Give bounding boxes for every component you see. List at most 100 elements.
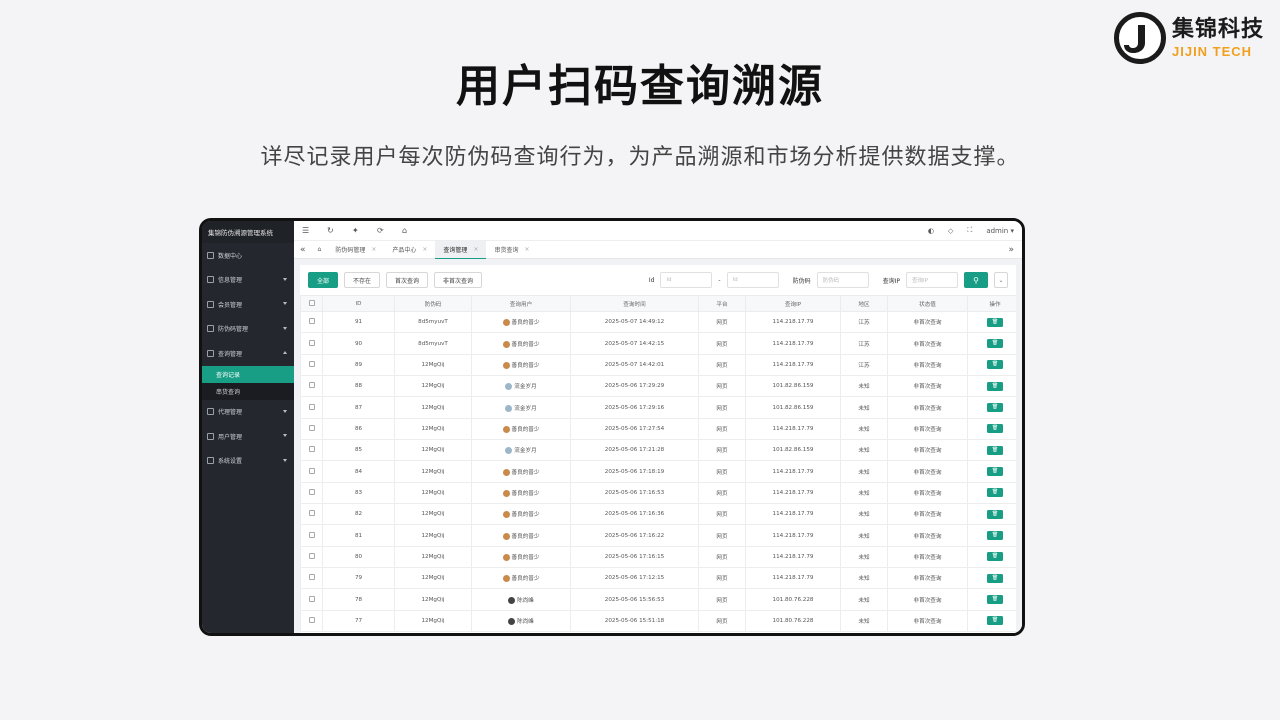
table-row[interactable]: 91 8d5myuvT 善良的普少 2025-05-07 14:49:12 网页 114.… bbox=[300, 310, 1016, 334]
checkbox[interactable] bbox=[308, 616, 315, 623]
checkbox[interactable] bbox=[308, 552, 315, 559]
delete-button[interactable]: 🗑 bbox=[987, 488, 1003, 498]
table-row[interactable]: 85 12MgQij 流金岁月 2025-05-06 17:21:28 网页 101.82… bbox=[300, 439, 1016, 462]
row-select[interactable] bbox=[300, 353, 323, 377]
table-row[interactable]: 89 12MgQij 善良的普少 2025-05-07 14:42:01 网页 114.2… bbox=[300, 353, 1016, 377]
checkbox[interactable] bbox=[308, 339, 315, 346]
table-row[interactable]: 84 12MgQij 善良的普少 2025-05-06 17:18:19 网页 114.2… bbox=[300, 460, 1016, 483]
sidebar-subitem-cross-query[interactable]: 串货查询 bbox=[202, 383, 294, 400]
sidebar-item-user[interactable]: 用户管理 bbox=[202, 424, 294, 449]
id-from-input[interactable]: Id bbox=[660, 272, 713, 288]
delete-button[interactable]: 🗑 bbox=[987, 616, 1003, 626]
delete-button[interactable]: 🗑 bbox=[987, 595, 1003, 605]
table-row[interactable]: 80 12MgQij 善良的普少 2025-05-06 17:16:15 网页 114.2… bbox=[300, 545, 1016, 569]
row-select[interactable] bbox=[300, 567, 323, 590]
column-header[interactable]: 查询用户 bbox=[471, 295, 571, 312]
menu-icon[interactable]: ☰ bbox=[302, 226, 327, 235]
checkbox[interactable] bbox=[308, 510, 315, 517]
sidebar-subitem-query-records[interactable]: 查询记录 bbox=[202, 365, 294, 383]
table-row[interactable]: 82 12MgQij 善良的普少 2025-05-06 17:16:36 网页 114.2… bbox=[300, 503, 1016, 526]
table-row[interactable]: 90 8d5myuvT 善良的普少 2025-05-07 14:42:15 网页 114.… bbox=[300, 332, 1016, 355]
filter-first-button[interactable]: 首次查询 bbox=[386, 272, 429, 288]
checkbox[interactable] bbox=[308, 424, 315, 431]
tab-product[interactable]: 产品中心 × bbox=[384, 241, 435, 259]
row-select[interactable] bbox=[300, 545, 323, 569]
delete-button[interactable]: 🗑 bbox=[987, 445, 1003, 455]
checkbox[interactable] bbox=[308, 467, 315, 474]
select-all-header[interactable] bbox=[300, 295, 323, 312]
row-select[interactable] bbox=[300, 609, 323, 633]
filter-notexist-button[interactable]: 不存在 bbox=[344, 272, 381, 288]
table-row[interactable]: 79 12MgQij 善良的普少 2025-05-06 17:12:15 网页 114.2… bbox=[300, 567, 1016, 590]
tab-cross[interactable]: 串货查询 × bbox=[486, 241, 537, 259]
row-select[interactable] bbox=[300, 439, 323, 462]
row-select[interactable] bbox=[300, 481, 323, 505]
refresh-icon[interactable]: ↻ bbox=[327, 226, 352, 235]
search-button[interactable]: ⚲ bbox=[964, 272, 988, 288]
id-to-input[interactable]: Id bbox=[726, 272, 779, 288]
delete-button[interactable]: 🗑 bbox=[987, 360, 1003, 370]
table-row[interactable]: 78 12MgQij 陈尚峰 2025-05-06 15:56:53 网页 101.80.… bbox=[300, 588, 1016, 611]
table-row[interactable]: 83 12MgQij 善良的普少 2025-05-06 17:16:53 网页 114.2… bbox=[300, 481, 1016, 505]
home-tab-icon[interactable]: ⌂ bbox=[312, 246, 328, 253]
delete-button[interactable]: 🗑 bbox=[987, 403, 1003, 413]
row-select[interactable] bbox=[300, 396, 323, 419]
code-input[interactable]: 防伪码 bbox=[816, 272, 869, 288]
checkbox[interactable] bbox=[308, 595, 315, 602]
sidebar-item-query[interactable]: 查询管理 bbox=[202, 341, 294, 366]
delete-button[interactable]: 🗑 bbox=[987, 467, 1003, 477]
tabs-prev-icon[interactable]: « bbox=[300, 245, 312, 255]
sidebar-item-settings[interactable]: 系统设置 bbox=[202, 449, 294, 474]
sidebar-item-agent[interactable]: 代理管理 bbox=[202, 400, 294, 425]
checkbox[interactable] bbox=[308, 403, 315, 410]
ip-input[interactable]: 查询IP bbox=[906, 272, 958, 288]
checkbox[interactable] bbox=[308, 574, 315, 581]
row-select[interactable] bbox=[300, 332, 323, 355]
close-icon[interactable]: × bbox=[473, 246, 478, 253]
checkbox[interactable] bbox=[308, 318, 315, 325]
table-row[interactable]: 81 12MgQij 善良的普少 2025-05-06 17:16:22 网页 114.2… bbox=[300, 524, 1016, 547]
close-icon[interactable]: × bbox=[371, 246, 376, 253]
row-select[interactable] bbox=[300, 417, 323, 441]
table-row[interactable]: 77 12MgQij 陈尚峰 2025-05-06 15:51:18 网页 101.80.… bbox=[300, 609, 1016, 633]
expand-filter-button[interactable]: ⌄ bbox=[994, 272, 1008, 288]
column-header[interactable]: 地区 bbox=[840, 295, 888, 312]
filter-all-button[interactable]: 全部 bbox=[308, 272, 339, 288]
sync-icon[interactable]: ⟳ bbox=[377, 226, 402, 235]
column-header[interactable]: 状态值 bbox=[887, 295, 968, 312]
theme-icon[interactable]: ◐ bbox=[928, 227, 934, 235]
tab-query[interactable]: 查询管理 × bbox=[435, 240, 487, 259]
column-header[interactable]: ID bbox=[322, 295, 395, 312]
checkbox[interactable] bbox=[308, 360, 315, 367]
column-header[interactable]: 查询IP bbox=[745, 295, 841, 312]
checkbox[interactable] bbox=[308, 299, 315, 306]
column-header[interactable]: 查询时间 bbox=[570, 295, 699, 312]
home-icon[interactable]: ⌂ bbox=[402, 226, 427, 235]
tab-code[interactable]: 防伪码管理 × bbox=[327, 241, 384, 259]
column-header[interactable]: 平台 bbox=[698, 295, 746, 312]
row-select[interactable] bbox=[300, 503, 323, 526]
row-select[interactable] bbox=[300, 375, 323, 398]
table-row[interactable]: 88 12MgQij 流金岁月 2025-05-06 17:29:29 网页 101.82… bbox=[300, 375, 1016, 398]
user-menu[interactable]: admin ▾ bbox=[986, 227, 1014, 235]
checkbox[interactable] bbox=[308, 382, 315, 389]
delete-button[interactable]: 🗑 bbox=[987, 509, 1003, 519]
delete-button[interactable]: 🗑 bbox=[987, 573, 1003, 583]
table-row[interactable]: 86 12MgQij 善良的普少 2025-05-06 17:27:54 网页 114.2… bbox=[300, 417, 1016, 441]
fullscreen-icon[interactable]: ⛶ bbox=[967, 226, 972, 235]
table-row[interactable]: 87 12MgQij 流金岁月 2025-05-06 17:29:16 网页 101.82… bbox=[300, 396, 1016, 419]
delete-button[interactable]: 🗑 bbox=[987, 424, 1003, 434]
close-icon[interactable]: × bbox=[422, 246, 427, 253]
checkbox[interactable] bbox=[308, 488, 315, 495]
filter-nonfirst-button[interactable]: 非首次查询 bbox=[434, 272, 483, 288]
column-header[interactable]: 防伪码 bbox=[394, 295, 472, 312]
close-icon[interactable]: × bbox=[524, 246, 529, 253]
row-select[interactable] bbox=[300, 524, 323, 547]
sidebar-item-code[interactable]: 防伪码管理 bbox=[202, 317, 294, 342]
delete-button[interactable]: 🗑 bbox=[987, 381, 1003, 391]
row-select[interactable] bbox=[300, 588, 323, 611]
row-select[interactable] bbox=[300, 310, 323, 334]
sidebar-item-dashboard[interactable]: 数据中心 bbox=[202, 243, 294, 268]
sidebar-item-member[interactable]: 会员管理 bbox=[202, 292, 294, 317]
sidebar-item-info[interactable]: 信息管理 bbox=[202, 268, 294, 293]
